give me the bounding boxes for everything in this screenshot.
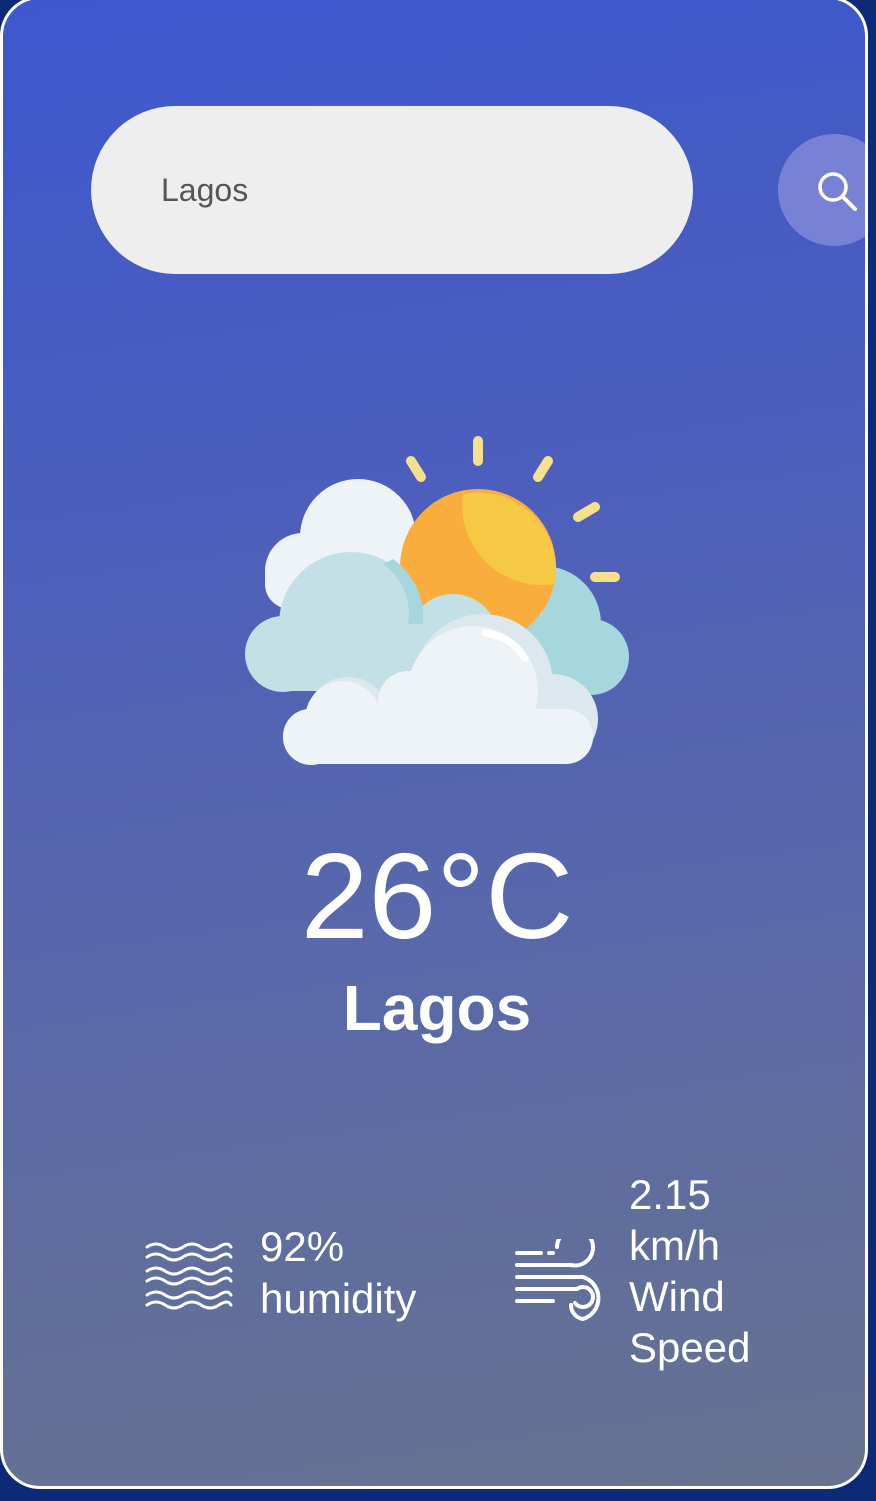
city-name: Lagos: [342, 972, 532, 1044]
search-input[interactable]: [91, 106, 693, 274]
wind-info: 2.15 km/h Wind Speed: [629, 1169, 750, 1373]
humidity-value: 92%: [260, 1223, 345, 1270]
temperature: 26°C: [300, 828, 574, 964]
search-icon: [818, 172, 857, 211]
partly-cloudy-sun-icon: [245, 436, 629, 765]
humidity-info: 92% humidity: [260, 1221, 416, 1325]
waves-icon: [145, 1242, 233, 1310]
wind-label-line1: Wind: [629, 1273, 725, 1320]
search-button[interactable]: [778, 134, 865, 246]
wind-icon: [515, 1239, 601, 1322]
wind-unit: km/h: [629, 1222, 721, 1269]
wind-label-line2: Speed: [629, 1324, 751, 1371]
humidity-label: humidity: [260, 1275, 417, 1322]
weather-card: 26°C Lagos 92% humidity 2.15 km/h Wind S…: [0, 0, 868, 1489]
wind-value: 2.15: [629, 1171, 711, 1218]
